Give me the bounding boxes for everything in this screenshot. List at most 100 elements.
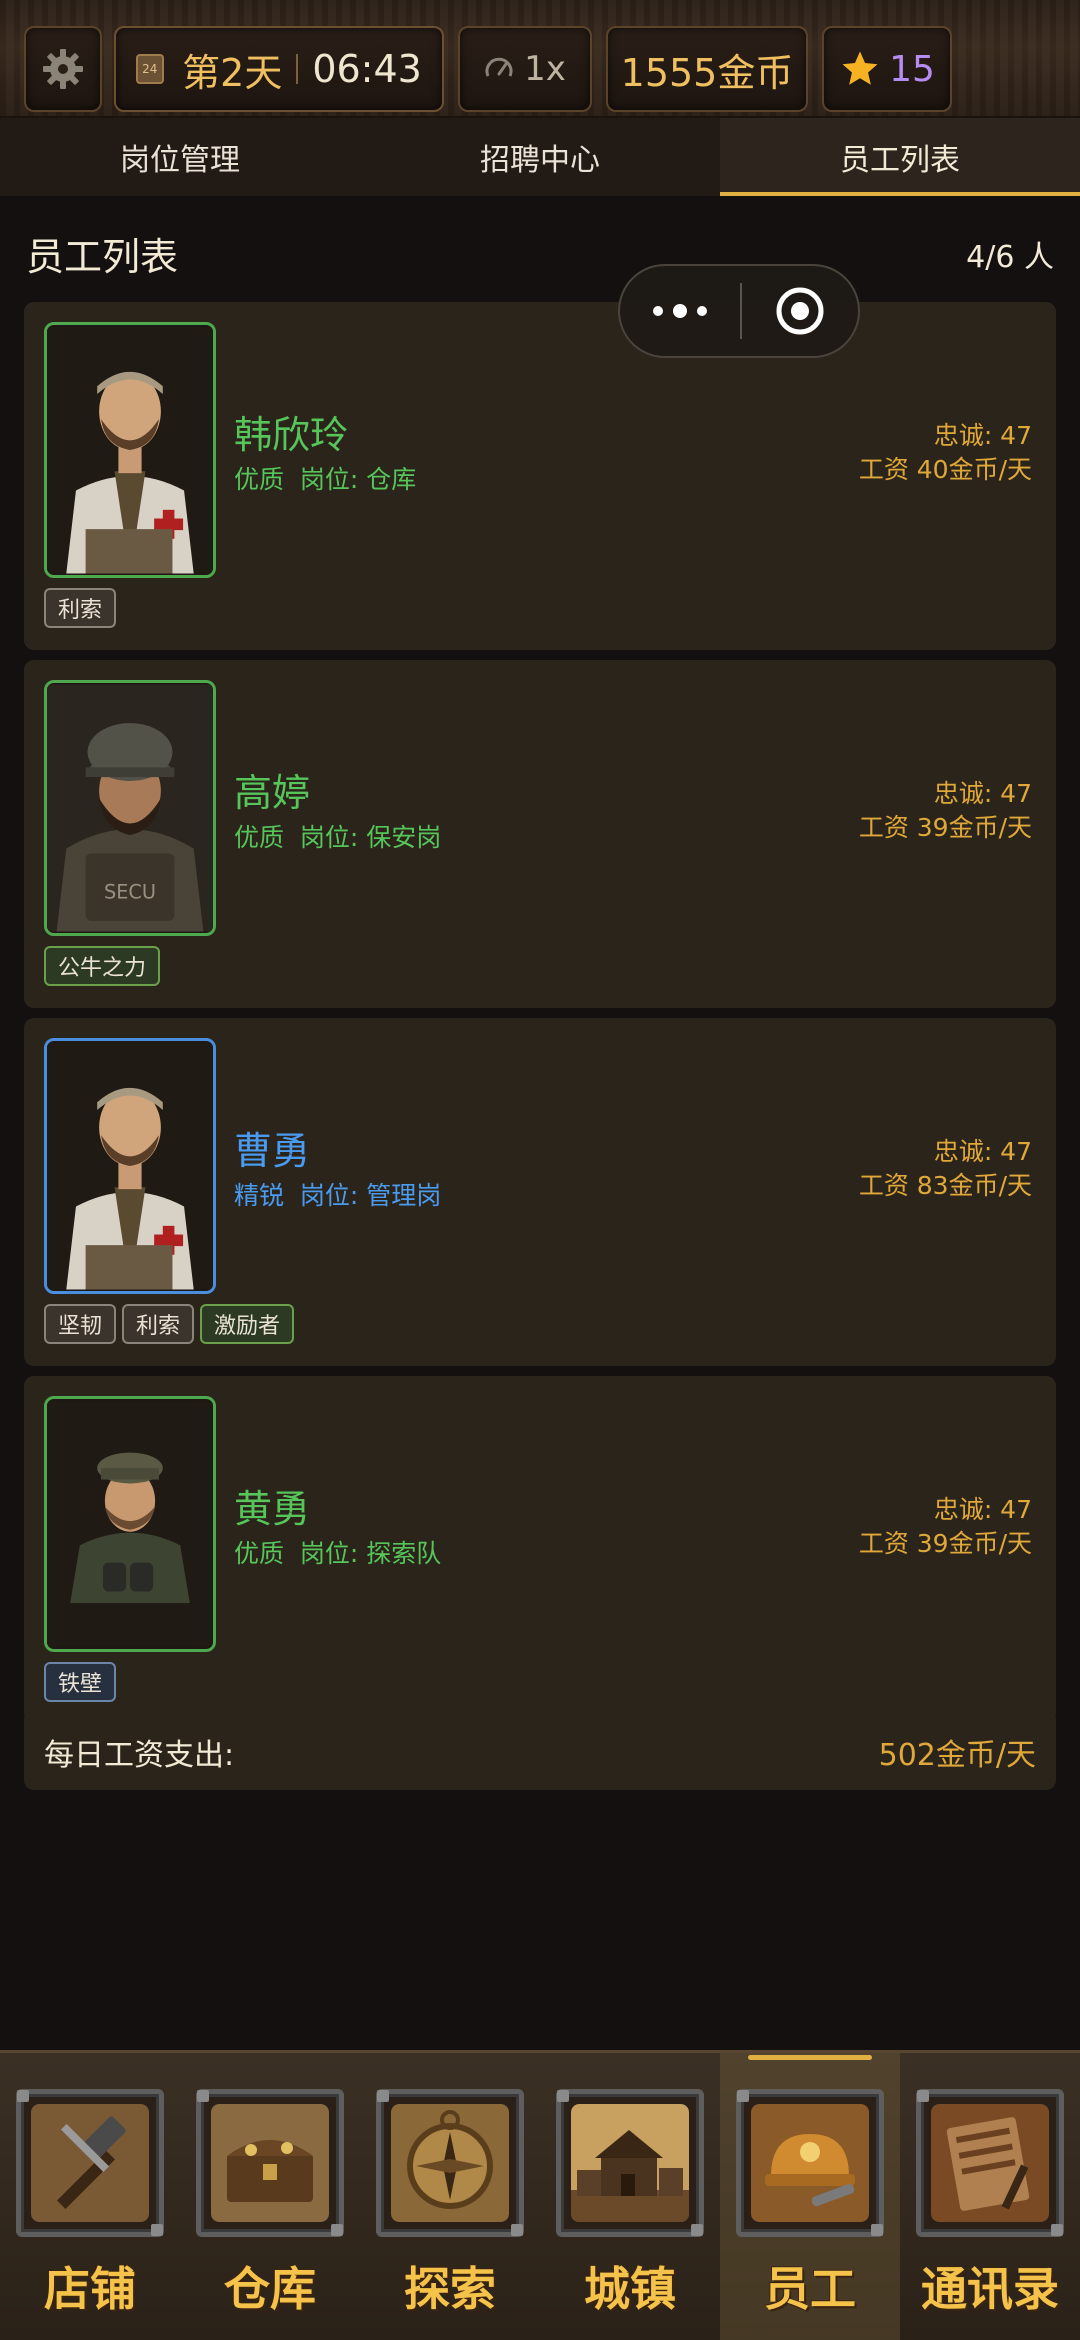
employee-position: 岗位: 探索队 xyxy=(299,1539,442,1568)
trait-tag: 坚韧 xyxy=(44,1304,117,1344)
nav-label: 城镇 xyxy=(584,2262,676,2316)
employee-card[interactable]: 韩欣玲 优质 岗位: 仓库 忠诚: 47 工资 40金币/天 利索 xyxy=(24,302,1056,650)
nav-shop[interactable]: 店铺 xyxy=(0,2053,180,2340)
calendar-icon xyxy=(136,54,165,84)
employee-info: 优质 岗位: 探索队 xyxy=(234,1534,441,1570)
trait-tag: 激励者 xyxy=(200,1304,295,1344)
trait-tag: 公牛之力 xyxy=(44,946,161,986)
star-count: 15 xyxy=(889,48,935,90)
trait-tags: 利索 xyxy=(44,588,117,628)
medic-portrait-icon xyxy=(47,326,213,574)
settings-button[interactable] xyxy=(24,26,102,112)
employee-loyalty: 忠诚: 47 xyxy=(933,1495,1032,1524)
employee-name: 曹勇 xyxy=(234,1129,311,1173)
gold-display: 1555金币 xyxy=(606,26,808,112)
nav-label: 员工 xyxy=(764,2262,856,2316)
speedometer-icon xyxy=(485,57,513,77)
star-icon xyxy=(842,51,878,85)
nav-label: 仓库 xyxy=(224,2262,316,2316)
nav-label: 店铺 xyxy=(44,2262,136,2316)
employee-portrait xyxy=(44,322,216,578)
employee-info: 优质 岗位: 仓库 xyxy=(234,460,416,496)
employee-portrait xyxy=(44,1396,216,1652)
employee-card[interactable]: SECU 高婷 优质 岗位: 保安岗 忠诚: 47 工资 39金币/天 公牛之力 xyxy=(24,660,1056,1008)
nav-contacts[interactable]: 通讯录 xyxy=(900,2053,1080,2340)
employee-count: 4/6 人 xyxy=(966,240,1054,275)
medic-portrait-icon xyxy=(47,1042,213,1290)
top-hud: 第2天 06:43 1x 1555金币 15 xyxy=(0,0,1080,118)
game-clock: 06:43 xyxy=(312,47,422,91)
nav-icon-frame xyxy=(736,2089,884,2237)
divider xyxy=(296,54,299,84)
more-options-button[interactable] xyxy=(620,301,740,321)
employee-wage: 工资 40金币/天 xyxy=(858,455,1032,484)
trait-tags: 坚韧 利索 激励者 xyxy=(44,1304,295,1344)
nav-icon-frame xyxy=(196,2089,344,2237)
explorer-portrait-icon xyxy=(47,1400,213,1648)
employee-wage: 工资 39金币/天 xyxy=(858,1529,1032,1558)
miniprogram-capsule xyxy=(618,264,860,358)
security-guard-portrait-icon: SECU xyxy=(47,684,213,932)
employee-loyalty: 忠诚: 47 xyxy=(933,421,1032,450)
nav-icon-frame xyxy=(376,2089,524,2237)
trait-tags: 铁壁 xyxy=(44,1662,117,1702)
employee-quality: 优质 xyxy=(234,465,285,494)
employee-position: 岗位: 管理岗 xyxy=(299,1181,442,1210)
employee-info: 优质 岗位: 保安岗 xyxy=(234,818,441,854)
bottom-nav: 店铺 仓库 探索 城镇 员工 通讯录 xyxy=(0,2050,1080,2340)
hammer-icon xyxy=(31,2104,149,2222)
gold-amount: 1555金币 xyxy=(620,50,794,95)
employee-name: 高婷 xyxy=(234,771,311,815)
close-miniprogram-button[interactable] xyxy=(742,286,858,336)
book-icon xyxy=(931,2104,1049,2222)
employee-card[interactable]: 曹勇 精锐 岗位: 管理岗 忠诚: 47 工资 83金币/天 坚韧 利索 激励者 xyxy=(24,1018,1056,1366)
employee-wage: 工资 39金币/天 xyxy=(858,813,1032,842)
nav-town[interactable]: 城镇 xyxy=(540,2053,720,2340)
summary-label: 每日工资支出: xyxy=(44,1738,235,1773)
employee-portrait: SECU xyxy=(44,680,216,936)
nav-icon-frame xyxy=(16,2089,164,2237)
speed-value: 1x xyxy=(524,49,566,89)
employee-loyalty: 忠诚: 47 xyxy=(933,1137,1032,1166)
town-icon xyxy=(571,2104,689,2222)
trait-tag: 铁壁 xyxy=(44,1662,117,1702)
employee-name: 黄勇 xyxy=(234,1487,311,1531)
employee-quality: 精锐 xyxy=(234,1181,285,1210)
employee-position: 岗位: 仓库 xyxy=(299,465,417,494)
employee-loyalty: 忠诚: 47 xyxy=(933,779,1032,808)
day-counter: 第2天 xyxy=(182,50,283,95)
compass-icon xyxy=(391,2104,509,2222)
nav-icon-frame xyxy=(916,2089,1064,2237)
trait-tag: 利索 xyxy=(44,588,117,628)
summary-value: 502金币/天 xyxy=(878,1738,1036,1773)
nav-staff[interactable]: 员工 xyxy=(720,2053,900,2340)
daily-wage-summary: 每日工资支出: 502金币/天 xyxy=(24,1710,1056,1790)
nav-explore[interactable]: 探索 xyxy=(360,2053,540,2340)
employee-card[interactable]: 黄勇 优质 岗位: 探索队 忠诚: 47 工资 39金币/天 铁壁 xyxy=(24,1376,1056,1724)
employee-position: 岗位: 保安岗 xyxy=(299,823,442,852)
employee-name: 韩欣玲 xyxy=(234,413,349,457)
helmet-icon xyxy=(751,2104,869,2222)
employee-info: 精锐 岗位: 管理岗 xyxy=(234,1176,441,1212)
nav-warehouse[interactable]: 仓库 xyxy=(180,2053,360,2340)
trait-tags: 公牛之力 xyxy=(44,946,161,986)
stars-display: 15 xyxy=(822,26,952,112)
tab-recruitment-center[interactable]: 招聘中心 xyxy=(360,118,720,196)
nav-label: 通讯录 xyxy=(921,2262,1059,2316)
tab-employee-list[interactable]: 员工列表 xyxy=(720,118,1080,196)
trait-tag: 利索 xyxy=(122,1304,195,1344)
svg-text:SECU: SECU xyxy=(104,881,156,904)
more-dots-icon xyxy=(653,304,707,318)
employee-quality: 优质 xyxy=(234,823,285,852)
chest-icon xyxy=(211,2104,329,2222)
employee-quality: 优质 xyxy=(234,1539,285,1568)
day-time-display: 第2天 06:43 xyxy=(114,26,444,112)
tab-position-management[interactable]: 岗位管理 xyxy=(0,118,360,196)
employee-portrait xyxy=(44,1038,216,1294)
speed-button[interactable]: 1x xyxy=(458,26,592,112)
gear-icon xyxy=(43,49,83,89)
page-title: 员工列表 xyxy=(26,235,179,279)
tab-bar: 岗位管理 招聘中心 员工列表 xyxy=(0,118,1080,196)
employee-wage: 工资 83金币/天 xyxy=(858,1171,1032,1200)
nav-label: 探索 xyxy=(404,2262,496,2316)
